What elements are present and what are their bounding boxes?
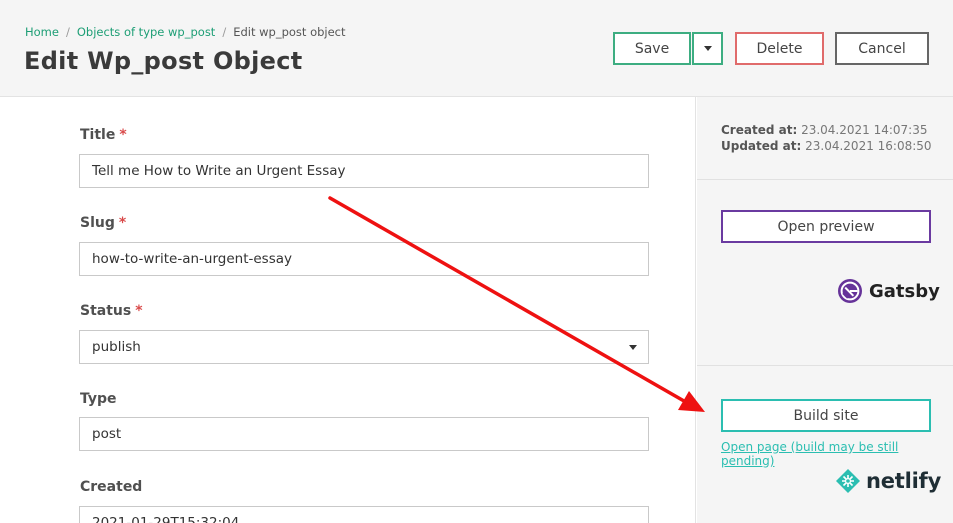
slug-field[interactable]: how-to-write-an-urgent-essay: [79, 242, 649, 276]
chevron-down-icon: [629, 345, 637, 350]
slug-label-text: Slug: [80, 215, 115, 231]
slug-label: Slug *: [80, 215, 126, 231]
breadcrumb-current: Edit wp_post object: [233, 25, 346, 39]
save-button[interactable]: Save: [613, 32, 691, 65]
title-label-text: Title: [80, 127, 116, 143]
breadcrumb-separator: /: [222, 25, 227, 39]
netlify-logo-icon: [836, 469, 860, 493]
created-at-label: Created at:: [721, 123, 798, 137]
netlify-name: netlify: [866, 469, 942, 493]
open-preview-button[interactable]: Open preview: [721, 210, 931, 243]
breadcrumb-objects[interactable]: Objects of type wp_post: [77, 25, 215, 39]
updated-at-label: Updated at:: [721, 139, 802, 153]
updated-at-value: 23.04.2021 16:08:50: [805, 139, 932, 153]
divider: [697, 365, 953, 366]
created-at-row: Created at: 23.04.2021 14:07:35: [721, 122, 932, 138]
divider: [697, 179, 953, 180]
status-label-text: Status: [80, 303, 132, 319]
title-field-value: Tell me How to Write an Urgent Essay: [92, 163, 346, 179]
delete-button[interactable]: Delete: [735, 32, 824, 65]
type-label: Type: [80, 391, 117, 407]
breadcrumb: Home / Objects of type wp_post / Edit wp…: [25, 25, 346, 39]
type-field[interactable]: post: [79, 417, 649, 451]
page-title: Edit Wp_post Object: [24, 47, 303, 75]
save-options-button[interactable]: [692, 32, 723, 65]
status-select[interactable]: publish: [79, 330, 649, 364]
timestamps: Created at: 23.04.2021 14:07:35 Updated …: [721, 122, 932, 154]
gatsby-name: Gatsby: [869, 280, 940, 302]
breadcrumb-separator: /: [65, 25, 70, 39]
open-page-link[interactable]: Open page (build may be still pending): [721, 440, 953, 468]
edit-form: Title * Tell me How to Write an Urgent Es…: [0, 97, 696, 523]
build-site-button[interactable]: Build site: [721, 399, 931, 432]
status-label: Status *: [80, 303, 143, 319]
created-field[interactable]: 2021-01-29T15:32:04: [79, 506, 649, 523]
cancel-button[interactable]: Cancel: [835, 32, 929, 65]
gatsby-logo: Gatsby: [837, 278, 940, 304]
slug-field-value: how-to-write-an-urgent-essay: [92, 251, 293, 267]
title-field[interactable]: Tell me How to Write an Urgent Essay: [79, 154, 649, 188]
required-marker: *: [118, 215, 127, 231]
created-at-value: 23.04.2021 14:07:35: [801, 123, 928, 137]
sidebar: Created at: 23.04.2021 14:07:35 Updated …: [697, 97, 953, 523]
required-marker: *: [135, 303, 143, 319]
updated-at-row: Updated at: 23.04.2021 16:08:50: [721, 138, 932, 154]
required-marker: *: [119, 127, 127, 143]
created-field-value: 2021-01-29T15:32:04: [92, 515, 240, 523]
breadcrumb-home[interactable]: Home: [25, 25, 59, 39]
chevron-down-icon: [703, 46, 712, 51]
netlify-logo: netlify: [835, 468, 941, 494]
status-select-value: publish: [92, 339, 141, 355]
title-label: Title *: [80, 127, 127, 143]
type-field-value: post: [92, 426, 122, 442]
created-label: Created: [80, 479, 143, 495]
page-header: Home / Objects of type wp_post / Edit wp…: [0, 0, 953, 97]
gatsby-logo-icon: [838, 279, 862, 303]
